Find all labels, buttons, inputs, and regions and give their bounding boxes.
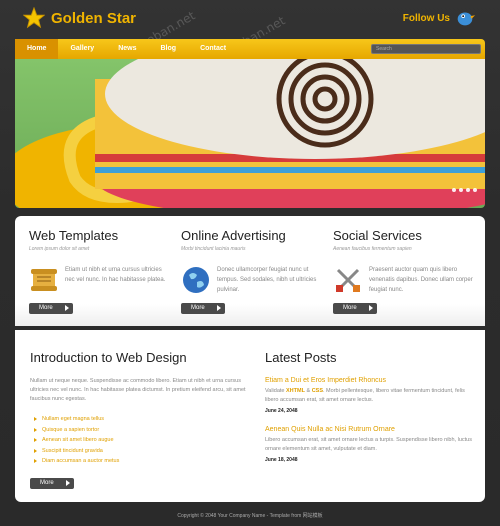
intro-list: Nullam eget magna tellus Quisque a sapie… [30, 414, 250, 467]
intro-title: Introduction to Web Design [30, 350, 187, 365]
search-input[interactable]: Search [371, 44, 481, 54]
hero-slider[interactable] [15, 59, 485, 208]
intro-paragraph: Nullam ut neque neque. Suspendisse ac co… [30, 378, 246, 402]
latest-posts: Latest Posts Etiam a Dui et Eros Imperdi… [265, 350, 475, 463]
post-item: Etiam a Dui et Eros Imperdiet Rhoncus Va… [265, 377, 475, 414]
footer: Copyright © 2048 Your Company Name - Tem… [177, 513, 323, 519]
post-text: Validate XHTML & CSS. Morbi pellentesque… [265, 388, 465, 403]
more-button[interactable]: More [30, 478, 74, 489]
post-title[interactable]: Aenean Quis Nulla ac Nisi Rutrum Ornare [265, 426, 475, 433]
more-button[interactable]: More [29, 303, 73, 314]
feature-web-templates: Web Templates Lorem ipsum dolor sit amet… [29, 228, 169, 295]
nav-item-home[interactable]: Home [15, 39, 59, 59]
feature-subtitle: Morbi tincidunt lacinia mauris [181, 246, 246, 252]
more-button[interactable]: More [181, 303, 225, 314]
feature-subtitle: Aenean faucibus fermentum sapien [333, 246, 412, 252]
list-item[interactable]: Diam accumsan a auctor metus [30, 456, 250, 467]
brand-logo[interactable]: Golden Star [23, 6, 136, 30]
coffee-cup-image [15, 59, 485, 208]
list-item[interactable]: Quisque a sapien tortor [30, 425, 250, 436]
nav-item-blog[interactable]: Blog [149, 39, 189, 59]
main-nav: Home Gallery News Blog Contact Search [15, 39, 485, 59]
list-item[interactable]: Aenean sit amet libero augue [30, 435, 250, 446]
css-link[interactable]: CSS [312, 388, 323, 394]
feature-title: Online Advertising [181, 228, 286, 243]
list-item[interactable]: Nullam eget magna tellus [30, 414, 250, 425]
slider-dot[interactable] [459, 188, 463, 192]
slider-dot[interactable] [452, 188, 456, 192]
feature-online-advertising: Online Advertising Morbi tincidunt lacin… [181, 228, 321, 295]
slider-dot[interactable] [466, 188, 470, 192]
feature-title: Social Services [333, 228, 422, 243]
feature-social-services: Social Services Aenean faucibus fermentu… [333, 228, 473, 295]
follow-us[interactable]: Follow Us [403, 7, 476, 29]
brand-name: Golden Star [51, 9, 137, 27]
more-button[interactable]: More [333, 303, 377, 314]
post-item: Aenean Quis Nulla ac Nisi Rutrum Ornare … [265, 426, 475, 463]
feature-text: Donec ullamcorper feugiat nunc ut tempus… [217, 267, 317, 293]
nav-item-news[interactable]: News [106, 39, 148, 59]
nav-item-contact[interactable]: Contact [188, 39, 238, 59]
globe-icon [183, 267, 209, 293]
xhtml-link[interactable]: XHTML [286, 388, 305, 394]
content-panel: Introduction to Web Design Nullam ut neq… [15, 330, 485, 502]
post-title[interactable]: Etiam a Dui et Eros Imperdiet Rhoncus [265, 377, 475, 384]
intro-section: Introduction to Web Design Nullam ut neq… [30, 350, 250, 467]
star-icon [23, 7, 45, 29]
scroll-icon [31, 269, 57, 291]
slider-dots [452, 188, 477, 192]
posts-title: Latest Posts [265, 350, 337, 365]
features-panel: Web Templates Lorem ipsum dolor sit amet… [15, 216, 485, 326]
nav-item-gallery[interactable]: Gallery [58, 39, 106, 59]
post-date: June 24, 2048 [265, 408, 298, 414]
follow-label: Follow Us [402, 12, 450, 24]
post-text: Libero accumsan erat, sit amet ornare le… [265, 437, 472, 452]
slider-dot[interactable] [473, 188, 477, 192]
tools-icon [336, 268, 360, 292]
feature-title: Web Templates [29, 228, 119, 243]
twitter-bird-icon [457, 12, 476, 26]
post-date: June 18, 2048 [265, 457, 298, 463]
feature-text: Etiam ut nibh et urna cursus ultricies n… [65, 267, 166, 283]
feature-text: Praesent auctor quam quis libero venenat… [369, 267, 473, 293]
list-item[interactable]: Suscipit tincidunt gravida [30, 446, 250, 457]
feature-subtitle: Lorem ipsum dolor sit amet [29, 246, 90, 252]
